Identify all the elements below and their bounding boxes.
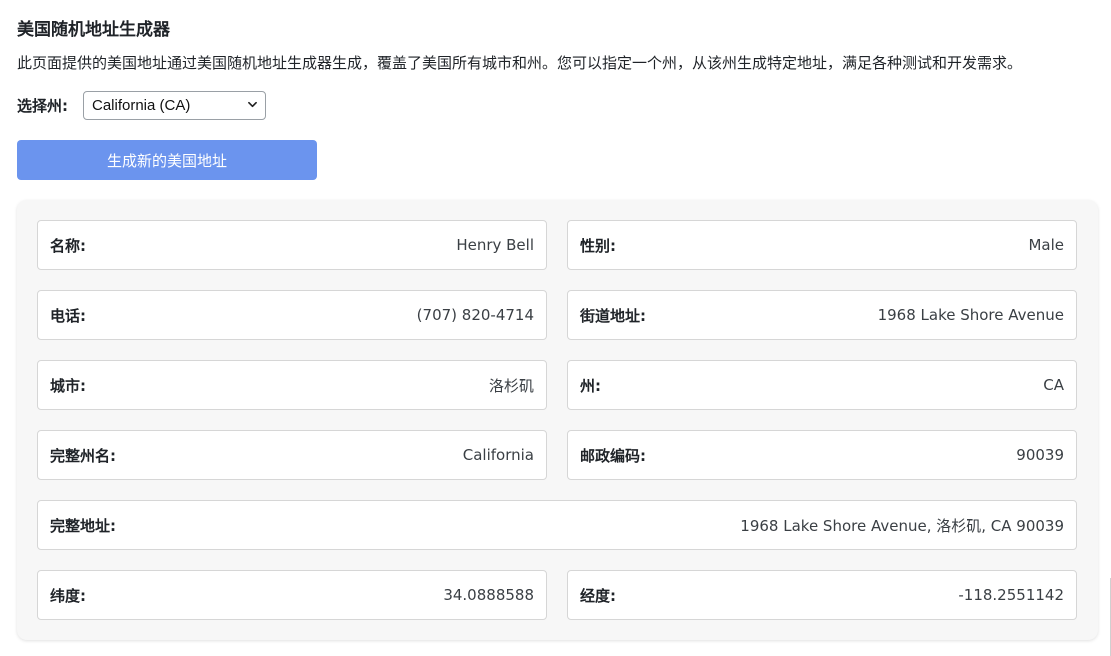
field-name: 名称: Henry Bell <box>37 220 547 270</box>
field-gender: 性别: Male <box>567 220 1077 270</box>
field-name-label: 名称: <box>50 236 86 255</box>
field-state-label: 州: <box>580 376 601 395</box>
field-state-full-value: California <box>462 446 534 464</box>
field-street-label: 街道地址: <box>580 306 646 325</box>
state-select-value: California (CA) <box>92 97 191 114</box>
chevron-down-icon <box>248 101 257 108</box>
field-street: 街道地址: 1968 Lake Shore Avenue <box>567 290 1077 340</box>
field-gender-value: Male <box>1028 236 1064 254</box>
field-name-value: Henry Bell <box>456 236 534 254</box>
state-selector-row: 选择州: California (CA) <box>17 91 266 120</box>
field-zip: 邮政编码: 90039 <box>567 430 1077 480</box>
field-state: 州: CA <box>567 360 1077 410</box>
page-description: 此页面提供的美国地址通过美国随机地址生成器生成，覆盖了美国所有城市和州。您可以指… <box>17 54 1023 72</box>
field-phone-value: (707) 820-4714 <box>416 306 534 324</box>
field-longitude-label: 经度: <box>580 586 616 605</box>
address-details-panel: 名称: Henry Bell 性别: Male 电话: (707) 820-47… <box>17 200 1098 640</box>
field-zip-label: 邮政编码: <box>580 446 646 465</box>
field-city-value: 洛杉矶 <box>488 376 534 395</box>
field-city-label: 城市: <box>50 376 86 395</box>
field-latitude: 纬度: 34.0888588 <box>37 570 547 620</box>
field-state-value: CA <box>1043 376 1064 394</box>
page-title: 美国随机地址生成器 <box>17 20 170 40</box>
field-full-address: 完整地址: 1968 Lake Shore Avenue, 洛杉矶, CA 90… <box>37 500 1077 550</box>
page: 美国随机地址生成器 此页面提供的美国地址通过美国随机地址生成器生成，覆盖了美国所… <box>0 0 1111 656</box>
field-full-address-value: 1968 Lake Shore Avenue, 洛杉矶, CA 90039 <box>740 516 1064 535</box>
field-zip-value: 90039 <box>1016 446 1064 464</box>
generate-address-button[interactable]: 生成新的美国地址 <box>17 140 317 180</box>
field-state-full: 完整州名: California <box>37 430 547 480</box>
field-full-address-label: 完整地址: <box>50 516 116 535</box>
field-longitude: 经度: -118.2551142 <box>567 570 1077 620</box>
field-latitude-value: 34.0888588 <box>443 586 534 604</box>
state-selector-label: 选择州: <box>17 97 68 115</box>
field-phone: 电话: (707) 820-4714 <box>37 290 547 340</box>
field-gender-label: 性别: <box>580 236 616 255</box>
state-select[interactable]: California (CA) <box>83 91 266 120</box>
field-latitude-label: 纬度: <box>50 586 86 605</box>
field-state-full-label: 完整州名: <box>50 446 116 465</box>
field-city: 城市: 洛杉矶 <box>37 360 547 410</box>
field-street-value: 1968 Lake Shore Avenue <box>877 306 1064 324</box>
field-longitude-value: -118.2551142 <box>958 586 1064 604</box>
field-phone-label: 电话: <box>50 306 86 325</box>
